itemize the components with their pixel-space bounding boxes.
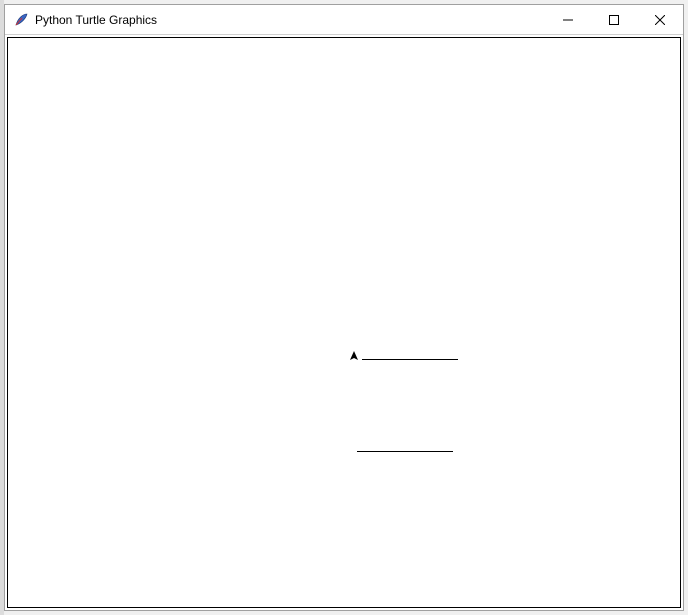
window-controls xyxy=(545,5,683,34)
minimize-button[interactable] xyxy=(545,5,591,35)
canvas-frame xyxy=(7,37,681,608)
feather-icon xyxy=(13,12,29,28)
drawn-line xyxy=(362,359,458,360)
maximize-button[interactable] xyxy=(591,5,637,35)
close-button[interactable] xyxy=(637,5,683,35)
minimize-icon xyxy=(563,15,573,25)
window-title: Python Turtle Graphics xyxy=(35,5,545,35)
titlebar[interactable]: Python Turtle Graphics xyxy=(5,5,683,35)
turtle-canvas xyxy=(8,38,680,607)
app-window: Python Turtle Graphics xyxy=(4,4,684,611)
close-icon xyxy=(655,15,665,25)
maximize-icon xyxy=(609,15,619,25)
drawn-line xyxy=(357,451,453,452)
